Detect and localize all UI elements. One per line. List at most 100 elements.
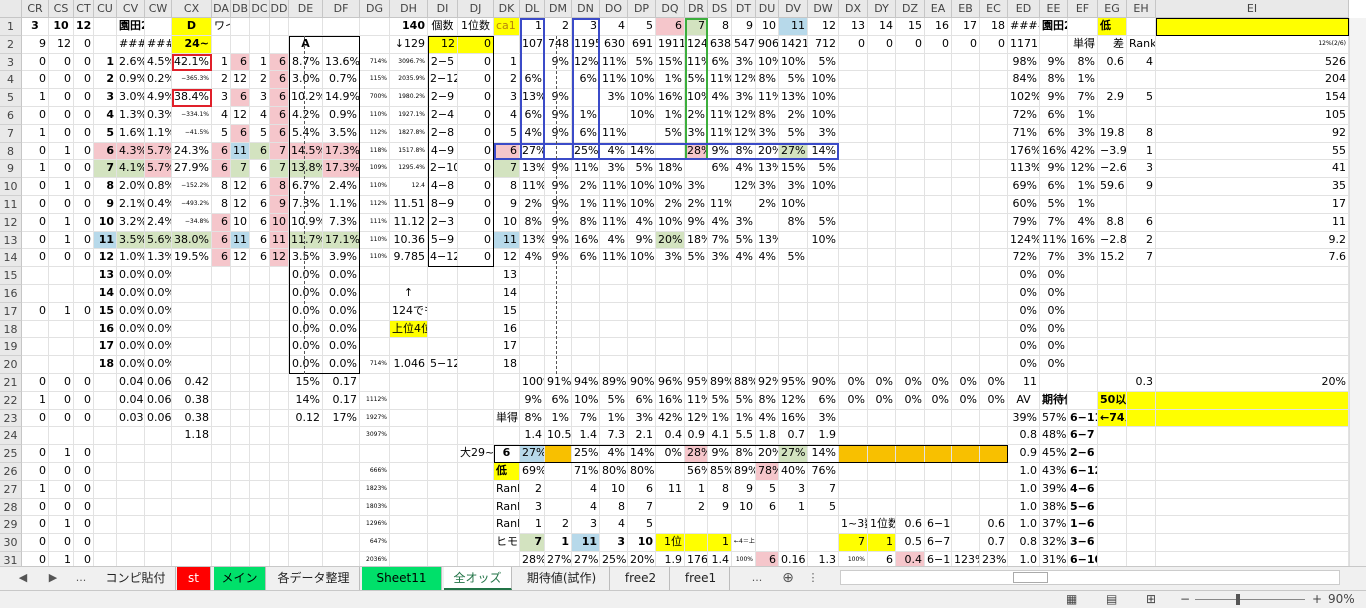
- cell-cu24[interactable]: [94, 427, 117, 446]
- cell-dj5[interactable]: 0: [458, 89, 494, 107]
- cell-dy8[interactable]: [868, 142, 896, 161]
- cell-ec24[interactable]: [980, 427, 1008, 446]
- cell-dd18[interactable]: [270, 320, 289, 339]
- cell-dk7[interactable]: 5: [494, 124, 520, 143]
- cell-eb3[interactable]: [952, 53, 980, 72]
- cell-ee13[interactable]: 11%: [1040, 231, 1068, 250]
- cell-cu1[interactable]: [94, 18, 117, 36]
- cell-dw28[interactable]: 5: [808, 498, 839, 517]
- cell-ef8[interactable]: 42%: [1068, 142, 1098, 161]
- cell-ei11[interactable]: 17: [1156, 196, 1349, 214]
- row-header[interactable]: 4: [0, 71, 22, 90]
- cell-eh27[interactable]: [1127, 480, 1156, 499]
- cell-dr17[interactable]: [685, 302, 708, 321]
- cell-df26[interactable]: [323, 463, 360, 481]
- cell-do2[interactable]: 630: [600, 35, 628, 54]
- cell-dl29[interactable]: 1: [520, 516, 545, 535]
- cell-ec3[interactable]: [980, 53, 1008, 72]
- cell-db5[interactable]: 6: [231, 89, 250, 107]
- cell-da30[interactable]: [212, 534, 231, 552]
- cell-dv13[interactable]: [779, 231, 808, 250]
- cell-dm28[interactable]: [545, 498, 572, 517]
- cell-ea7[interactable]: [925, 124, 952, 143]
- cell-cu26[interactable]: [94, 463, 117, 481]
- cell-ec14[interactable]: [980, 249, 1008, 268]
- cell-dp30[interactable]: 10: [628, 534, 656, 552]
- cell-cr12[interactable]: 0: [22, 213, 49, 232]
- cell-dk19[interactable]: 17: [494, 338, 520, 357]
- cell-db1[interactable]: [231, 18, 250, 36]
- cell-dx6[interactable]: [839, 107, 868, 125]
- cell-dp1[interactable]: 5: [628, 18, 656, 36]
- cell-de6[interactable]: 4.2%: [289, 107, 323, 125]
- cell-cw28[interactable]: [145, 498, 172, 517]
- cell-dw29[interactable]: [808, 516, 839, 535]
- cell-ec11[interactable]: [980, 196, 1008, 214]
- cell-dc27[interactable]: [250, 480, 270, 499]
- cell-eg10[interactable]: 59.6: [1098, 178, 1127, 196]
- cell-ef15[interactable]: [1068, 267, 1098, 285]
- cell-cw3[interactable]: 4.5%: [145, 53, 172, 72]
- cell-dq1[interactable]: 6: [656, 18, 685, 36]
- cell-cw20[interactable]: 0.0%: [145, 356, 172, 374]
- cell-df15[interactable]: 0.0%: [323, 267, 360, 285]
- cell-ed7[interactable]: 71%: [1008, 124, 1040, 143]
- cell-dk20[interactable]: 18: [494, 356, 520, 374]
- cell-dy3[interactable]: [868, 53, 896, 72]
- cell-dq11[interactable]: 2%: [656, 196, 685, 214]
- cell-di6[interactable]: 2−4: [428, 107, 458, 125]
- cell-eb22[interactable]: 0%: [952, 391, 980, 410]
- cell-ct14[interactable]: 0: [74, 249, 94, 268]
- cell-dg19[interactable]: [360, 338, 390, 357]
- cell-ed14[interactable]: 72%: [1008, 249, 1040, 268]
- cell-dh18[interactable]: 上位4位ヒモ ↑: [390, 320, 428, 339]
- cell-du7[interactable]: 3%: [756, 124, 779, 143]
- cell-cs17[interactable]: 1: [49, 302, 74, 321]
- cell-dl9[interactable]: 13%: [520, 160, 545, 179]
- cell-cr11[interactable]: 0: [22, 196, 49, 214]
- cell-ct15[interactable]: [74, 267, 94, 285]
- row-header[interactable]: 24: [0, 427, 22, 446]
- cell-cu19[interactable]: 17: [94, 338, 117, 357]
- cell-dk8[interactable]: 6: [494, 142, 520, 161]
- cell-cv11[interactable]: 2.1%: [117, 196, 145, 214]
- cell-dn8[interactable]: 25%: [572, 142, 600, 161]
- cell-dx18[interactable]: [839, 320, 868, 339]
- cell-dp21[interactable]: 90%: [628, 374, 656, 392]
- cell-db20[interactable]: [231, 356, 250, 374]
- cell-ea12[interactable]: [925, 213, 952, 232]
- cell-dj10[interactable]: 0: [458, 178, 494, 196]
- cell-do1[interactable]: 4: [600, 18, 628, 36]
- cell-dl3[interactable]: [520, 53, 545, 72]
- tab-free2[interactable]: free2: [612, 567, 670, 590]
- cell-cx15[interactable]: [172, 267, 212, 285]
- cell-eg25[interactable]: [1098, 445, 1127, 463]
- cell-dx15[interactable]: [839, 267, 868, 285]
- cell-cx13[interactable]: 38.0%: [172, 231, 212, 250]
- cell-eh10[interactable]: 9: [1127, 178, 1156, 196]
- cell-eh1[interactable]: [1127, 18, 1156, 36]
- tab-all-odds[interactable]: 全オッズ: [444, 567, 512, 590]
- cell-cx10[interactable]: −152.2%: [172, 178, 212, 196]
- cell-eg24[interactable]: [1098, 427, 1127, 446]
- cell-ed8[interactable]: 176%: [1008, 142, 1040, 161]
- cell-dp17[interactable]: [628, 302, 656, 321]
- cell-dc16[interactable]: [250, 285, 270, 303]
- cell-da28[interactable]: [212, 498, 231, 517]
- cell-ed3[interactable]: 98%: [1008, 53, 1040, 72]
- cell-eh22[interactable]: [1127, 391, 1156, 410]
- cell-dz28[interactable]: [896, 498, 925, 517]
- cell-cw23[interactable]: 0.06: [145, 409, 172, 428]
- cell-cs27[interactable]: 0: [49, 480, 74, 499]
- cell-dh24[interactable]: [390, 427, 428, 446]
- cell-dx21[interactable]: 0%: [839, 374, 868, 392]
- cell-dx27[interactable]: [839, 480, 868, 499]
- cell-ec12[interactable]: [980, 213, 1008, 232]
- cell-eb2[interactable]: 0: [952, 35, 980, 54]
- cell-dl24[interactable]: 1.4: [520, 427, 545, 446]
- cell-do13[interactable]: 4%: [600, 231, 628, 250]
- cell-ee7[interactable]: 6%: [1040, 124, 1068, 143]
- cell-dk6[interactable]: 4: [494, 107, 520, 125]
- cell-cr28[interactable]: 0: [22, 498, 49, 517]
- cell-eb19[interactable]: [952, 338, 980, 357]
